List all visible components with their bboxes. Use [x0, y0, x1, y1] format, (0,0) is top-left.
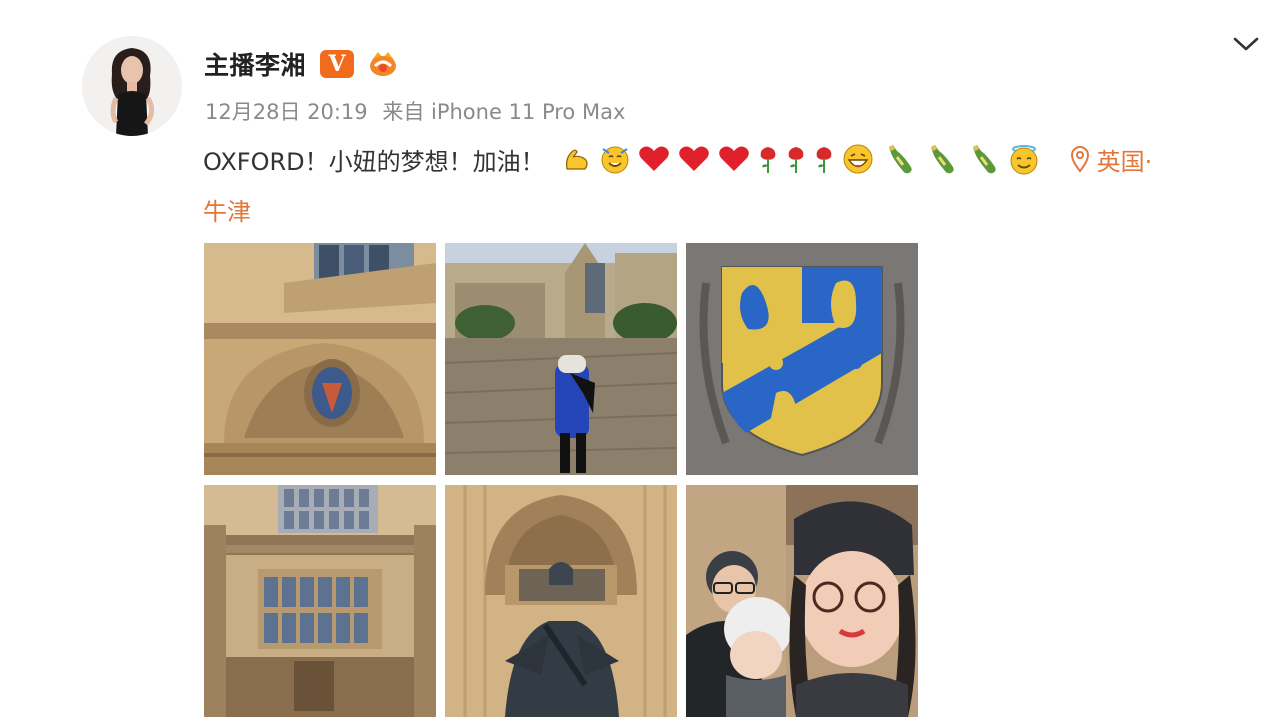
strong-arm-icon — [565, 149, 588, 170]
grin-face-icon — [843, 144, 873, 174]
author-row: 主播李湘 V — [204, 46, 400, 82]
author-name[interactable]: 主播李湘 — [204, 46, 306, 82]
post-text: OXFORD！小妞的梦想！加油！ — [203, 147, 545, 176]
photo-coat-of-arms[interactable] — [686, 243, 918, 475]
weibo-post-card: 主播李湘 V 12月28日 20:19 来自 iPhone 11 Pro Max… — [0, 0, 1280, 718]
vip-crown-icon — [366, 46, 400, 82]
post-meta: 12月28日 20:19 来自 iPhone 11 Pro Max — [205, 96, 625, 126]
emoji-row — [561, 143, 1041, 175]
photo-statue[interactable] — [445, 485, 677, 717]
champagne-icon — [888, 145, 912, 174]
heart-icon — [638, 146, 669, 171]
location-pin-icon — [1070, 146, 1089, 173]
photo-building-facade[interactable] — [204, 243, 436, 475]
halo-face-icon — [1010, 145, 1038, 175]
rose-icon — [760, 147, 776, 173]
rose-icon — [788, 147, 804, 173]
location-text-part2[interactable]: 牛津 — [203, 192, 251, 227]
avatar-portrait — [82, 36, 182, 136]
photo-girl-in-courtyard[interactable] — [445, 243, 677, 475]
chevron-down-icon[interactable] — [1232, 34, 1260, 54]
post-timestamp[interactable]: 12月28日 20:19 — [205, 100, 368, 124]
post-text-row: OXFORD！小妞的梦想！加油！ 英国· — [203, 141, 1152, 177]
location-link[interactable]: 英国· — [1069, 142, 1153, 177]
post-source: 来自 iPhone 11 Pro Max — [382, 100, 626, 124]
location-text-part1: 英国· — [1096, 147, 1153, 176]
photo-gothic-windows[interactable] — [204, 485, 436, 717]
heart-icon — [718, 146, 749, 171]
cheer-face-icon — [601, 146, 629, 174]
photo-grid — [204, 243, 918, 717]
rose-icon — [816, 147, 832, 173]
heart-icon — [678, 146, 709, 171]
avatar[interactable] — [82, 36, 182, 136]
photo-family-selfie[interactable] — [686, 485, 918, 717]
verified-badge-icon: V — [320, 50, 355, 78]
champagne-icon — [930, 145, 954, 174]
champagne-icon — [972, 145, 996, 174]
